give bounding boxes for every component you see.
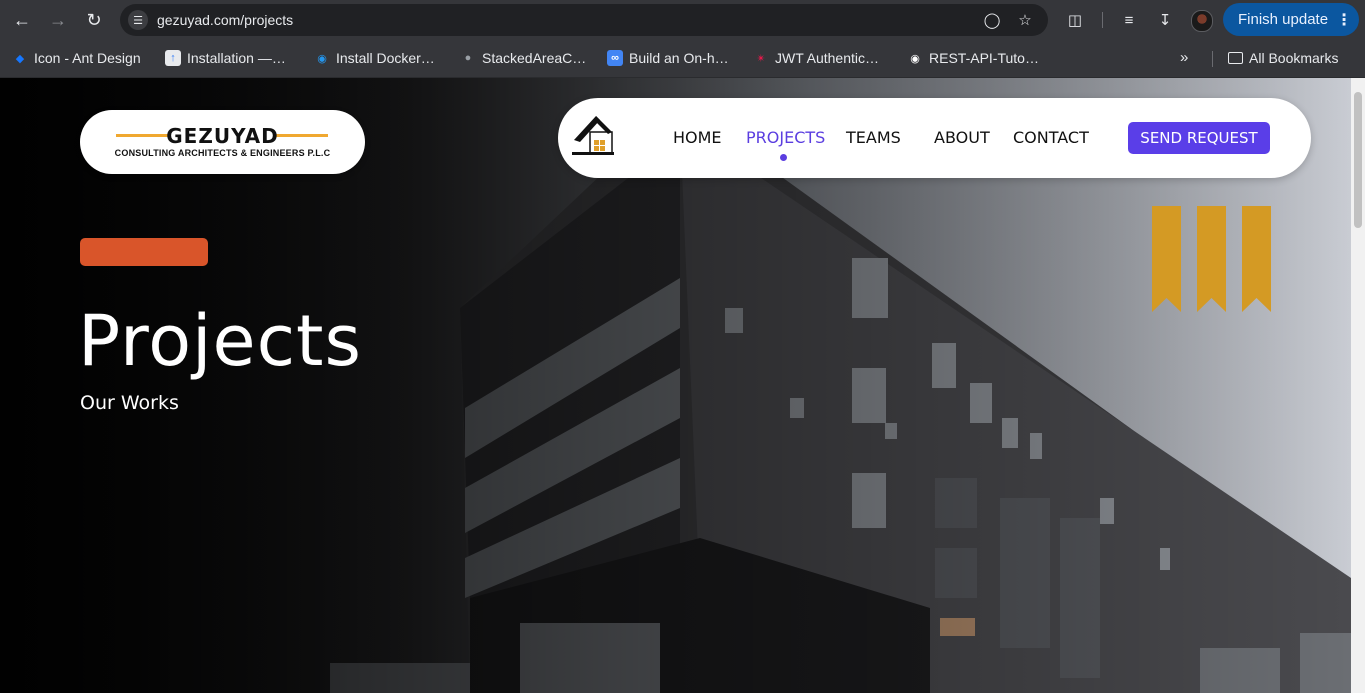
active-indicator-dot <box>780 154 787 161</box>
nav-contact-link[interactable]: CONTACT <box>1013 128 1089 147</box>
bookmarks-bar: ◆ Icon - Ant Design ↑ Installation —… ◉ … <box>0 40 1365 78</box>
eye-off-icon[interactable]: ◯ <box>982 10 1002 30</box>
infinity-icon: ∞ <box>607 50 623 66</box>
bookmark-label: Installation —… <box>187 50 286 66</box>
back-arrow-icon[interactable]: ← <box>10 8 34 32</box>
ant-design-icon: ◆ <box>15 52 25 65</box>
nav-teams-link[interactable]: TEAMS <box>846 128 901 147</box>
docker-icon: ◉ <box>317 52 327 65</box>
bookmark-star-icon[interactable]: ☆ <box>1015 10 1035 30</box>
bookmark-label: Install Docker… <box>336 50 435 66</box>
nav-projects-link[interactable]: PROJECTS <box>746 128 825 147</box>
bookmark-item[interactable]: ∞ Build an On-h… <box>607 48 729 68</box>
main-navigation: HOME PROJECTS TEAMS ABOUT CONTACT SEND R… <box>558 98 1311 178</box>
toolbar-divider <box>1102 12 1103 28</box>
jwt-icon: ✴ <box>756 52 766 65</box>
browser-toolbar: ← → ↻ ☰ gezuyad.com/projects ◯ ☆ ◫ ≡ ↧ F… <box>0 0 1365 40</box>
forward-arrow-icon[interactable]: → <box>46 8 70 32</box>
download-icon[interactable]: ↧ <box>1154 9 1176 31</box>
page-viewport: GEZUYAD CONSULTING ARCHITECTS & ENGINEER… <box>0 78 1351 693</box>
logo-name: GEZUYAD <box>166 124 279 148</box>
page-scrollbar[interactable] <box>1351 78 1365 693</box>
finish-update-label: Finish update <box>1238 11 1329 28</box>
all-bookmarks-button[interactable]: All Bookmarks <box>1228 48 1338 68</box>
bookmarks-divider <box>1212 51 1213 67</box>
bookmark-item[interactable]: ✴ JWT Authentic… <box>753 48 879 68</box>
all-bookmarks-label: All Bookmarks <box>1249 50 1339 66</box>
folder-icon <box>1228 52 1243 64</box>
more-vert-icon: ⋮ <box>1336 11 1353 29</box>
bookmark-item[interactable]: ↑ Installation —… <box>165 48 286 68</box>
nav-home-link[interactable]: HOME <box>673 128 722 147</box>
bookmark-label: Build an On-h… <box>629 50 729 66</box>
globe-icon: ● <box>464 52 472 64</box>
bookmark-label: Icon - Ant Design <box>34 50 141 66</box>
reading-list-icon[interactable]: ≡ <box>1118 9 1140 31</box>
address-bar[interactable]: ☰ gezuyad.com/projects ◯ ☆ <box>120 4 1048 36</box>
scrollbar-thumb[interactable] <box>1354 92 1362 228</box>
bookmark-item[interactable]: ◆ Icon - Ant Design <box>12 48 141 68</box>
send-request-button[interactable]: SEND REQUEST <box>1128 122 1270 154</box>
bookmark-item[interactable]: ◉ REST-API-Tuto… <box>907 48 1039 68</box>
bookmark-label: REST-API-Tuto… <box>929 50 1039 66</box>
house-logo-icon[interactable] <box>570 112 616 160</box>
url-text[interactable]: gezuyad.com/projects <box>157 12 293 28</box>
extensions-icon[interactable]: ◫ <box>1064 9 1086 31</box>
docs-icon: ↑ <box>165 50 181 66</box>
page-title: Projects <box>78 300 362 382</box>
profile-avatar[interactable] <box>1191 10 1213 32</box>
page-subtitle: Our Works <box>80 392 179 414</box>
ribbon-decoration-icon <box>1152 206 1271 312</box>
bookmark-item[interactable]: ● StackedAreaC… <box>460 48 587 68</box>
site-info-icon[interactable]: ☰ <box>128 10 148 30</box>
reload-icon[interactable]: ↻ <box>82 8 106 32</box>
company-logo[interactable]: GEZUYAD CONSULTING ARCHITECTS & ENGINEER… <box>80 110 365 174</box>
finish-update-button[interactable]: Finish update ⋮ <box>1223 3 1359 36</box>
github-icon: ◉ <box>910 52 920 65</box>
logo-subtitle: CONSULTING ARCHITECTS & ENGINEERS P.L.C <box>114 148 331 158</box>
bookmark-item[interactable]: ◉ Install Docker… <box>314 48 435 68</box>
bookmark-label: JWT Authentic… <box>775 50 880 66</box>
bookmark-label: StackedAreaC… <box>482 50 587 66</box>
nav-about-link[interactable]: ABOUT <box>934 128 990 147</box>
more-bookmarks-icon[interactable]: » <box>1180 49 1188 66</box>
hero-accent-bar <box>80 238 208 266</box>
